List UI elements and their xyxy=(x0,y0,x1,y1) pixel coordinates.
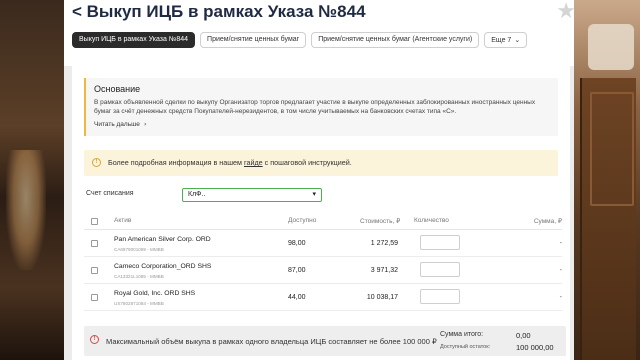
asset-cost: 10 038,17 xyxy=(366,294,398,301)
account-select[interactable]: КлФ.. ▾ xyxy=(182,188,322,202)
basis-block: Основание В рамках объявленной сделки по… xyxy=(84,78,558,136)
asset-name: Pan American Silver Corp. ORD xyxy=(114,236,211,243)
read-more-link[interactable]: Читать дальше › xyxy=(94,120,147,128)
asset-available: 44,00 xyxy=(288,294,306,301)
asset-available: 98,00 xyxy=(288,240,306,247)
star-icon[interactable]: ★ xyxy=(556,0,576,24)
asset-isin: US7802871084 - MMBB xyxy=(114,301,164,306)
read-more-label: Читать дальше xyxy=(94,121,140,128)
quantity-input[interactable] xyxy=(420,262,460,277)
guide-link[interactable]: гайде xyxy=(244,158,263,167)
table-header: Актив Доступно Стоимость, ₽ Количество С… xyxy=(84,214,562,230)
table-row: Pan American Silver Corp. ORD CA69790010… xyxy=(84,230,562,257)
asset-name: Cameco Corporation_ORD SHS xyxy=(114,263,212,270)
chevron-right-icon: › xyxy=(143,120,147,128)
background-box xyxy=(588,24,634,70)
header-asset: Актив xyxy=(114,217,132,224)
asset-isin: CA6979001089 - MMBB xyxy=(114,247,164,252)
info-banner: ! Более подробная информация в нашем гай… xyxy=(84,150,558,176)
chevron-down-icon: ⌄ xyxy=(514,36,521,44)
dropdown-arrow-icon: ▾ xyxy=(312,190,316,198)
tab-securities-transfer[interactable]: Прием/снятие ценных бумаг xyxy=(200,32,307,48)
table-row: Royal Gold, Inc. ORD SHS US7802871084 - … xyxy=(84,284,562,311)
total-value: 0,00 xyxy=(516,331,531,340)
background-cabinet xyxy=(580,78,636,360)
available-balance-label: Доступный остаток: xyxy=(440,344,491,350)
asset-sum: - xyxy=(559,267,562,274)
asset-isin: CA13321L1085 - MMBB xyxy=(114,274,164,279)
asset-cost: 3 971,32 xyxy=(370,267,398,274)
asset-name: Royal Gold, Inc. ORD SHS xyxy=(114,290,196,297)
basis-title: Основание xyxy=(94,84,141,94)
quantity-input[interactable] xyxy=(420,289,460,304)
header-cost: Стоимость, ₽ xyxy=(360,218,401,225)
asset-sum: - xyxy=(559,294,562,301)
lamp-glow xyxy=(6,150,46,270)
row-checkbox[interactable] xyxy=(91,267,98,274)
tab-bar: Выкуп ИЦБ в рамках Указа №844 Прием/снят… xyxy=(72,32,528,48)
tab-more-label: Еще 7 xyxy=(491,37,512,44)
account-select-value: КлФ.. xyxy=(188,191,206,198)
main-card: Основание В рамках объявленной сделки по… xyxy=(72,66,570,360)
limit-warning: Максимальный объём выкупа в рамках одног… xyxy=(106,337,437,346)
background-right xyxy=(574,0,640,360)
table-row: Cameco Corporation_ORD SHS CA13321L1085 … xyxy=(84,257,562,284)
quantity-input[interactable] xyxy=(420,235,460,250)
tab-buyback-844[interactable]: Выкуп ИЦБ в рамках Указа №844 xyxy=(72,32,196,48)
page-header: < Выкуп ИЦБ в рамках Указа №844 ★ Выкуп … xyxy=(64,0,576,66)
header-available: Доступно xyxy=(288,217,317,224)
basis-text: В рамках объявленной сделки по выкупу Ор… xyxy=(94,99,536,115)
header-quantity: Количество xyxy=(414,217,449,224)
account-label: Счет списания xyxy=(86,190,134,197)
row-checkbox[interactable] xyxy=(91,240,98,247)
info-text: Более подробная информация в нашем гайде… xyxy=(108,158,352,167)
total-label: Сумма итого: xyxy=(440,331,484,338)
info-text-before: Более подробная информация в нашем xyxy=(108,158,244,167)
app-window: < Выкуп ИЦБ в рамках Указа №844 ★ Выкуп … xyxy=(64,0,576,360)
background-left xyxy=(0,0,64,360)
asset-available: 87,00 xyxy=(288,267,306,274)
header-sum: Сумма, ₽ xyxy=(533,218,562,225)
asset-cost: 1 272,59 xyxy=(370,240,398,247)
select-all-checkbox[interactable] xyxy=(91,218,98,225)
tab-securities-transfer-agent[interactable]: Прием/снятие ценных бумаг (Агентские усл… xyxy=(311,32,480,48)
summary-footer: ! Максимальный объём выкупа в рамках одн… xyxy=(84,326,566,356)
tab-more[interactable]: Еще 7 ⌄ xyxy=(484,32,528,48)
page-title[interactable]: < Выкуп ИЦБ в рамках Указа №844 xyxy=(72,2,366,22)
available-balance-value: 100 000,00 xyxy=(516,343,554,352)
row-checkbox[interactable] xyxy=(91,294,98,301)
info-icon: ! xyxy=(92,158,101,167)
warning-icon: ! xyxy=(90,335,99,344)
info-text-after: с пошаговой инструкцией. xyxy=(262,158,352,167)
asset-sum: - xyxy=(559,240,562,247)
